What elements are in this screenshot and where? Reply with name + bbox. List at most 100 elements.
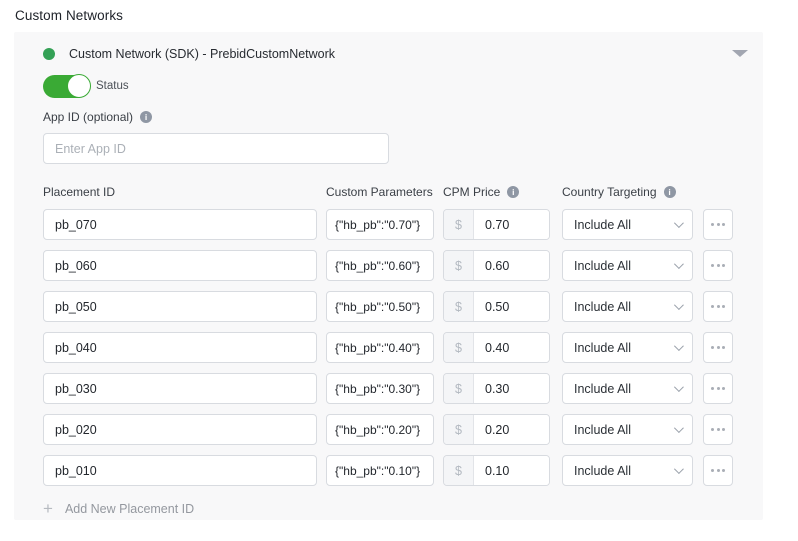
app-id-input[interactable]	[43, 133, 389, 164]
country-targeting-value: Include All	[574, 218, 631, 232]
country-targeting-select[interactable]: Include All	[562, 209, 693, 240]
row-options-button[interactable]	[703, 250, 733, 281]
row-options-button[interactable]	[703, 209, 733, 240]
custom-parameters-column-header: Custom Parameters	[326, 185, 443, 199]
country-targeting-value: Include All	[574, 382, 631, 396]
currency-symbol: $	[444, 292, 474, 321]
cpm-price-input[interactable]	[474, 210, 549, 239]
chevron-down-icon	[674, 341, 684, 351]
cpm-price-field: $	[443, 209, 550, 240]
app-id-label-row: App ID (optional) i	[43, 110, 735, 124]
country-targeting-select[interactable]: Include All	[562, 373, 693, 404]
status-toggle[interactable]	[43, 75, 89, 98]
ellipsis-icon	[722, 428, 725, 431]
collapse-chevron-icon[interactable]	[732, 50, 748, 57]
network-title: Custom Network (SDK) - PrebidCustomNetwo…	[69, 47, 335, 61]
cpm-price-input[interactable]	[474, 251, 549, 280]
ellipsis-icon	[717, 469, 720, 472]
row-options-button[interactable]	[703, 291, 733, 322]
custom-parameters-input[interactable]	[326, 250, 434, 281]
placements-rows: $ Include All $	[43, 209, 735, 486]
ellipsis-icon	[722, 305, 725, 308]
placement-id-input[interactable]	[43, 455, 317, 486]
status-toggle-knob	[67, 74, 91, 98]
currency-symbol: $	[444, 456, 474, 485]
plus-icon: +	[43, 501, 53, 517]
cpm-price-field: $	[443, 291, 550, 322]
country-targeting-select[interactable]: Include All	[562, 291, 693, 322]
chevron-down-icon	[674, 423, 684, 433]
cpm-price-column-header: CPM Price i	[443, 185, 562, 199]
placement-id-input[interactable]	[43, 373, 317, 404]
currency-symbol: $	[444, 333, 474, 362]
country-targeting-header-label: Country Targeting	[562, 185, 657, 199]
custom-parameters-input[interactable]	[326, 414, 434, 445]
ellipsis-icon	[717, 346, 720, 349]
custom-network-card: Custom Network (SDK) - PrebidCustomNetwo…	[14, 32, 763, 520]
placement-row: $ Include All	[43, 332, 735, 363]
currency-symbol: $	[444, 374, 474, 403]
ellipsis-icon	[717, 387, 720, 390]
custom-parameters-input[interactable]	[326, 291, 434, 322]
ellipsis-icon	[717, 305, 720, 308]
country-targeting-value: Include All	[574, 464, 631, 478]
ellipsis-icon	[722, 264, 725, 267]
custom-parameters-input[interactable]	[326, 332, 434, 363]
cpm-price-info-icon[interactable]: i	[507, 186, 519, 198]
country-targeting-info-icon[interactable]: i	[664, 186, 676, 198]
cpm-price-field: $	[443, 414, 550, 445]
status-toggle-label: Status	[96, 80, 129, 92]
custom-parameters-input[interactable]	[326, 373, 434, 404]
country-targeting-select[interactable]: Include All	[562, 332, 693, 363]
ellipsis-icon	[717, 428, 720, 431]
chevron-down-icon	[674, 464, 684, 474]
app-id-info-icon[interactable]: i	[140, 111, 152, 123]
placement-row: $ Include All	[43, 250, 735, 281]
ellipsis-icon	[722, 387, 725, 390]
ellipsis-icon	[717, 264, 720, 267]
placement-id-input[interactable]	[43, 209, 317, 240]
app-id-label: App ID (optional)	[43, 110, 133, 124]
row-options-button[interactable]	[703, 332, 733, 363]
placement-id-input[interactable]	[43, 332, 317, 363]
row-options-button[interactable]	[703, 373, 733, 404]
ellipsis-icon	[711, 469, 714, 472]
ellipsis-icon	[711, 223, 714, 226]
placement-id-input[interactable]	[43, 414, 317, 445]
cpm-price-field: $	[443, 250, 550, 281]
network-status-dot-icon	[43, 48, 55, 60]
row-options-button[interactable]	[703, 414, 733, 445]
cpm-price-input[interactable]	[474, 374, 549, 403]
custom-parameters-input[interactable]	[326, 209, 434, 240]
country-targeting-select[interactable]: Include All	[562, 414, 693, 445]
add-new-placement-label: Add New Placement ID	[65, 502, 194, 516]
country-targeting-value: Include All	[574, 341, 631, 355]
country-targeting-select[interactable]: Include All	[562, 250, 693, 281]
ellipsis-icon	[722, 469, 725, 472]
ellipsis-icon	[717, 223, 720, 226]
status-toggle-row: Status	[43, 74, 735, 98]
chevron-down-icon	[674, 300, 684, 310]
currency-symbol: $	[444, 251, 474, 280]
country-targeting-column-header: Country Targeting i	[562, 185, 735, 199]
placement-id-input[interactable]	[43, 291, 317, 322]
custom-parameters-input[interactable]	[326, 455, 434, 486]
row-options-button[interactable]	[703, 455, 733, 486]
custom-parameters-header-label: Custom Parameters	[326, 185, 433, 199]
country-targeting-value: Include All	[574, 423, 631, 437]
cpm-price-input[interactable]	[474, 333, 549, 362]
placements-table-header: Placement ID Custom Parameters CPM Price…	[43, 185, 735, 199]
add-new-placement-button[interactable]: + Add New Placement ID	[43, 501, 735, 517]
cpm-price-input[interactable]	[474, 415, 549, 444]
chevron-down-icon	[674, 382, 684, 392]
placement-row: $ Include All	[43, 209, 735, 240]
cpm-price-input[interactable]	[474, 456, 549, 485]
ellipsis-icon	[711, 387, 714, 390]
chevron-down-icon	[674, 259, 684, 269]
ellipsis-icon	[722, 223, 725, 226]
placement-id-input[interactable]	[43, 250, 317, 281]
cpm-price-field: $	[443, 455, 550, 486]
country-targeting-select[interactable]: Include All	[562, 455, 693, 486]
cpm-price-input[interactable]	[474, 292, 549, 321]
currency-symbol: $	[444, 415, 474, 444]
